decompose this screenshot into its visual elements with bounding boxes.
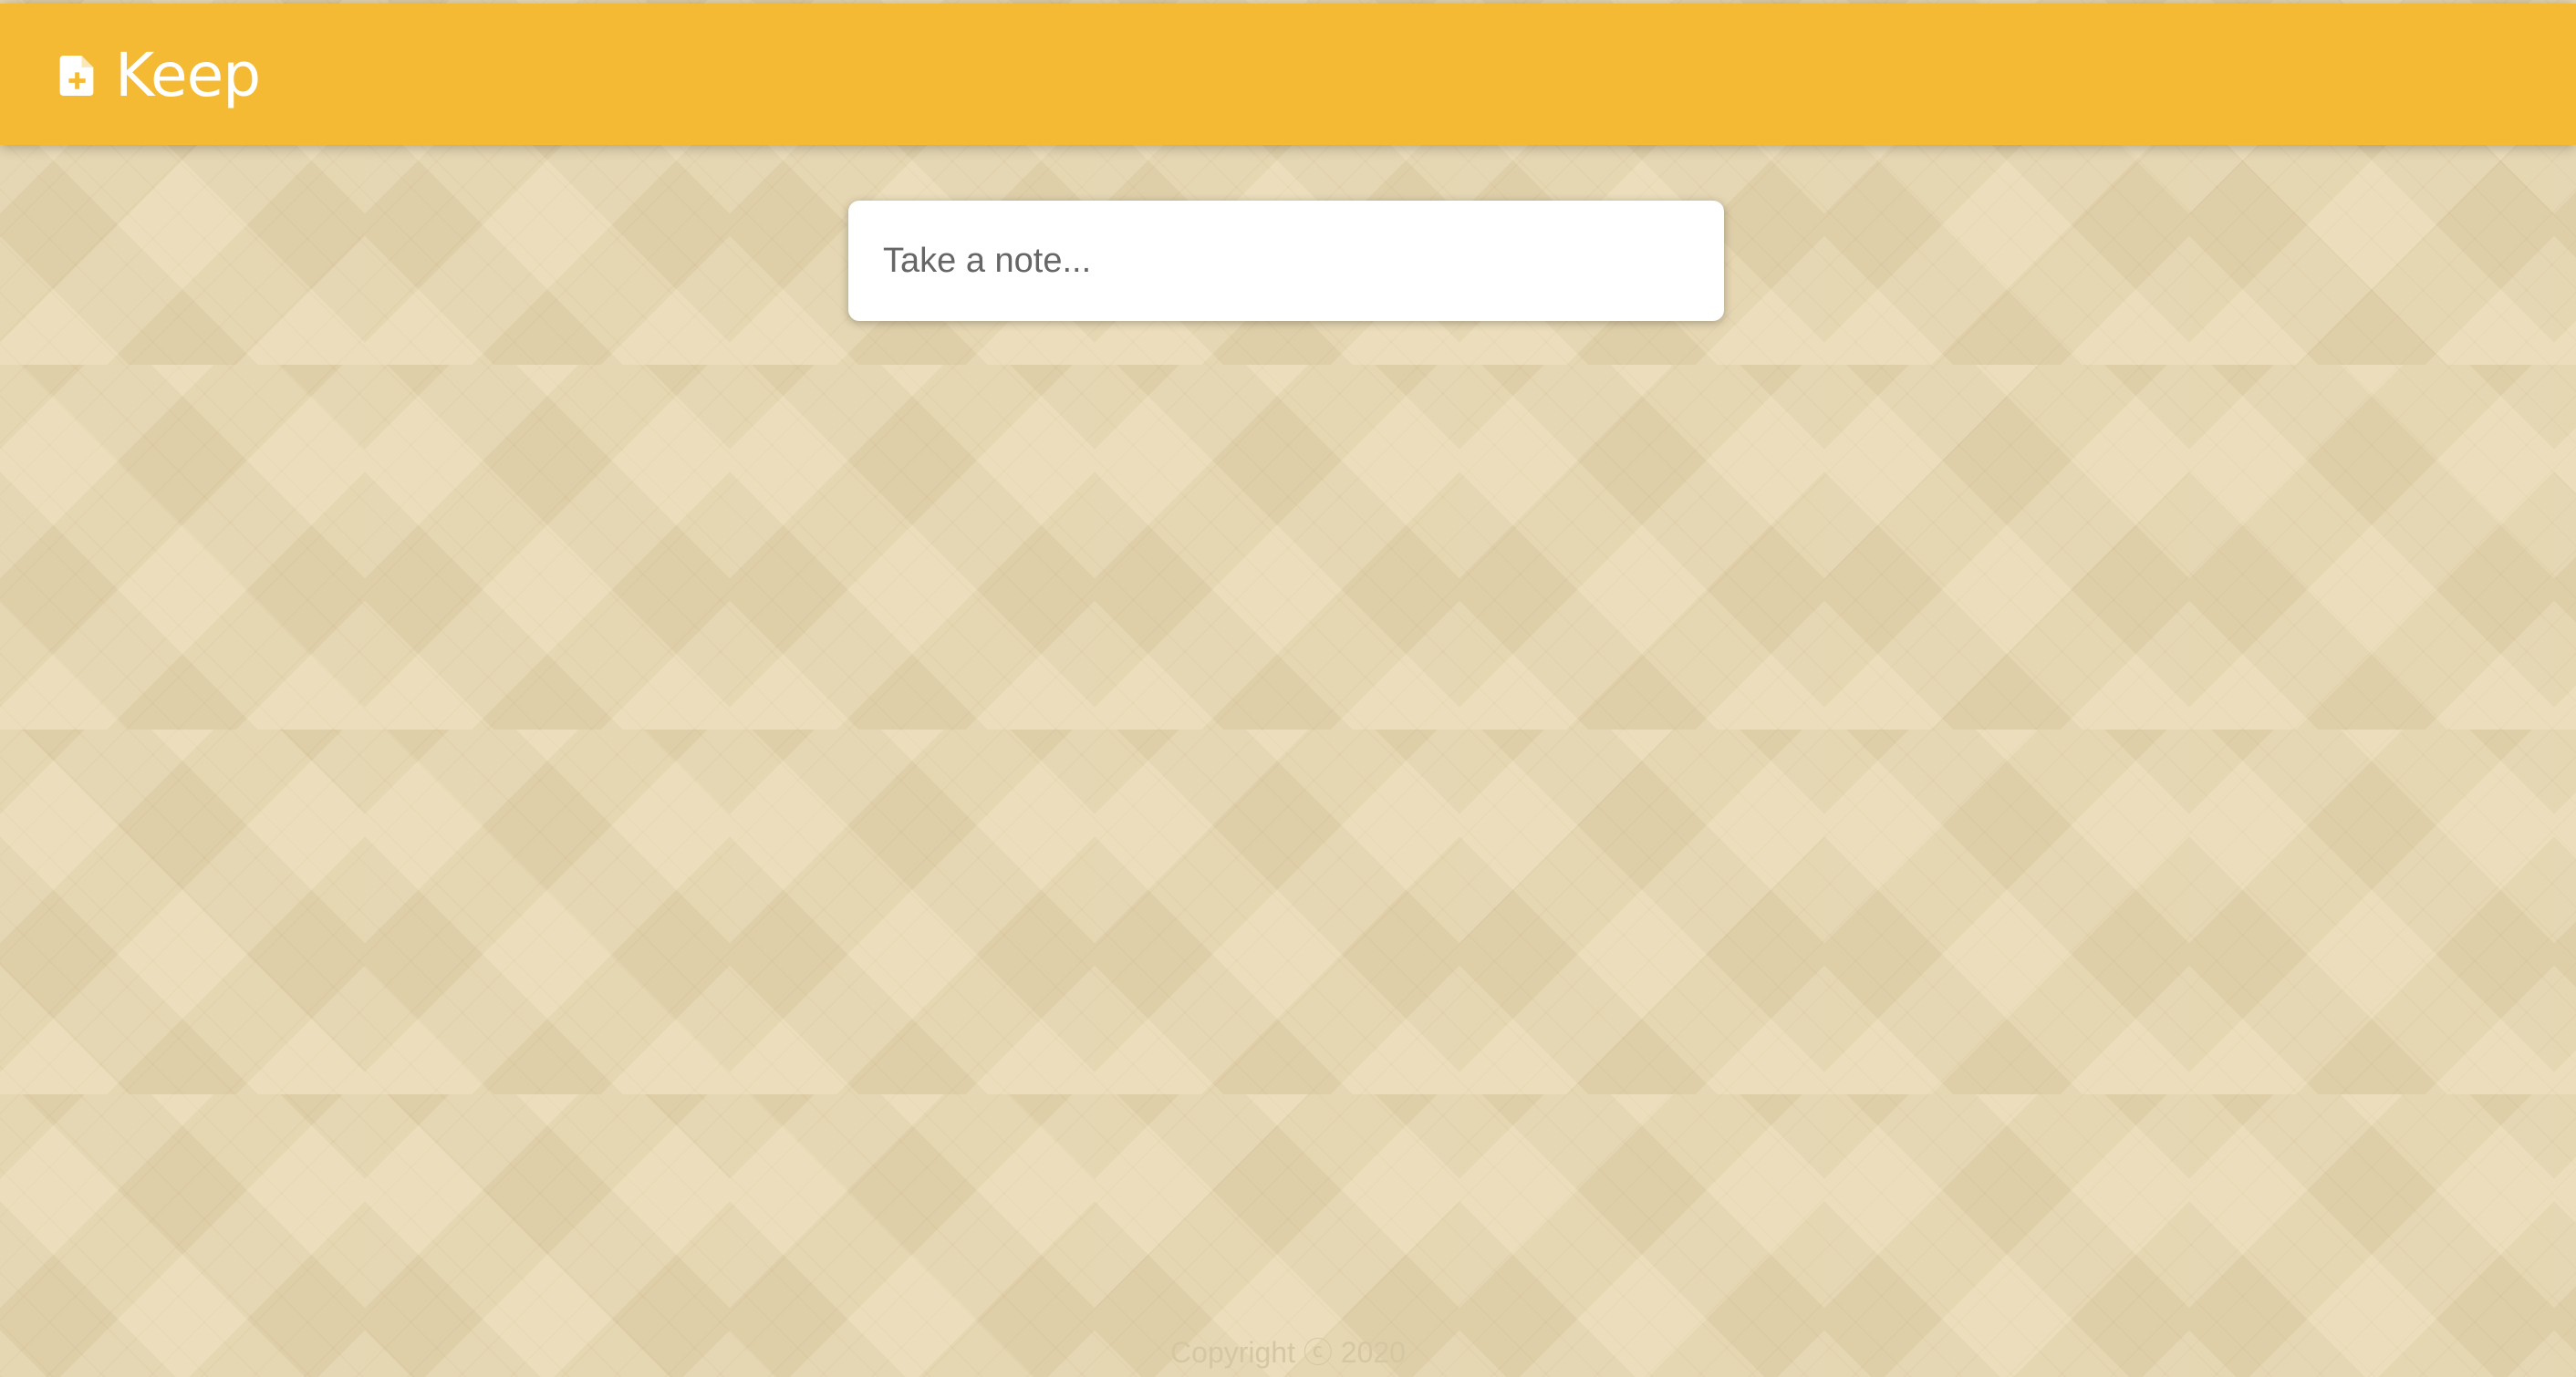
note-add-icon xyxy=(58,56,95,96)
note-input[interactable] xyxy=(848,201,1724,321)
create-note-form xyxy=(848,201,1724,321)
app-footer: Copyright ⓒ 2020 xyxy=(0,1330,2576,1372)
app-title: Keep xyxy=(115,40,261,110)
copyright-text: Copyright ⓒ 2020 xyxy=(1170,1336,1406,1369)
app-brand: Keep xyxy=(58,40,261,110)
app-header: Keep xyxy=(0,4,2576,145)
